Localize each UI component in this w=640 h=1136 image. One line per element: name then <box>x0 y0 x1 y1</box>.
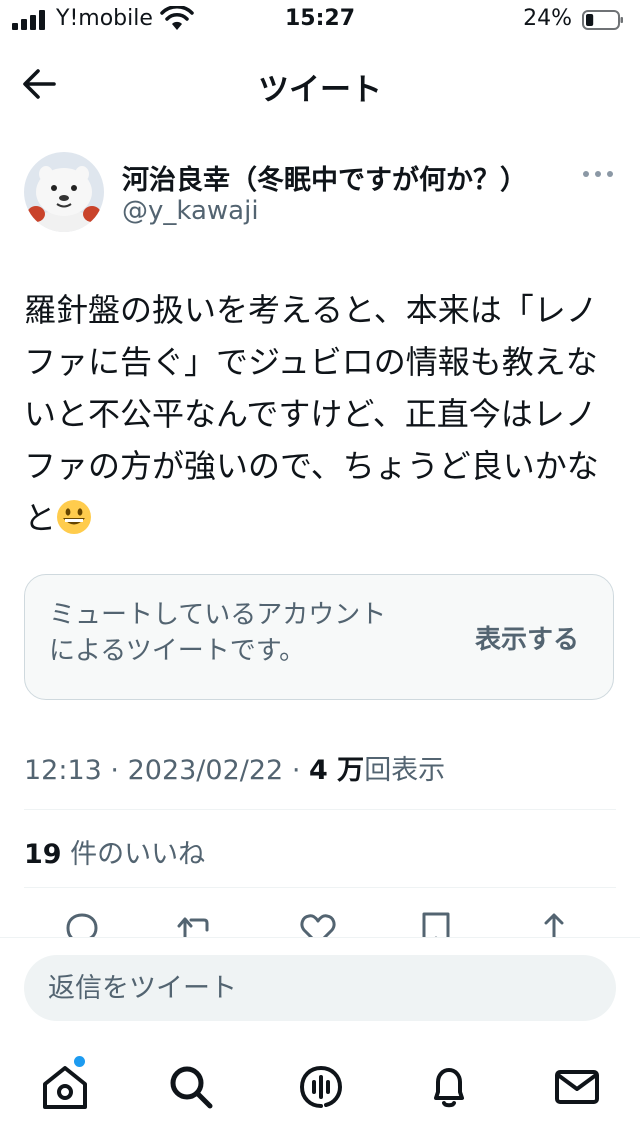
status-bar: Y!mobile 15:27 24% <box>0 0 640 40</box>
tweet-text: 羅針盤の扱いを考えると、本来は「レノ ファに告ぐ」でジュビロの情報も教えな いと… <box>24 284 624 544</box>
home-icon[interactable] <box>40 1062 90 1112</box>
battery-percent: 24% <box>523 6 572 31</box>
meta-separator: · <box>110 755 119 786</box>
tweet-line: ファに告ぐ」でジュビロの情報も教えな <box>24 343 598 381</box>
muted-message-line: ミュートしているアカウント <box>49 600 387 630</box>
action-bar <box>0 910 640 938</box>
divider <box>24 809 616 810</box>
bottom-nav <box>0 1046 640 1136</box>
muted-message-line: によるツイートです。 <box>49 636 306 666</box>
home-notification-badge <box>74 1056 85 1067</box>
messages-icon[interactable] <box>552 1062 602 1112</box>
divider <box>24 887 616 888</box>
avatar[interactable] <box>24 152 104 232</box>
tweet-date: 2023/02/22 <box>127 755 284 786</box>
tweet-line: ファの方が強いので、ちょうど良いかな <box>24 447 599 485</box>
author-name[interactable]: 河治良幸（冬眠中ですが何か？） <box>122 158 527 197</box>
show-button[interactable]: 表示する <box>475 619 579 656</box>
author-handle[interactable]: @y_kawaji <box>122 196 259 226</box>
battery-icon <box>582 10 623 30</box>
like-icon[interactable] <box>298 910 338 938</box>
reply-bar <box>0 937 640 1036</box>
likes-summary[interactable]: 19 件のいいね <box>24 832 205 871</box>
retweet-icon[interactable] <box>176 910 216 938</box>
bookmark-icon[interactable] <box>416 910 456 938</box>
tweet-line: いと不公平なんですけど、正直今はレノ <box>24 395 597 433</box>
views-label: 回表示 <box>364 755 446 786</box>
tweet-line-last: と <box>24 492 624 544</box>
reply-input[interactable] <box>24 955 616 1021</box>
tweet-meta: 12:13 · 2023/02/22 · 4 万回表示 <box>24 748 445 787</box>
likes-label: 件のいいね <box>70 839 206 870</box>
muted-message: ミュートしているアカウント によるツイートです。 <box>49 597 429 669</box>
muted-tweet-card: ミュートしているアカウント によるツイートです。 表示する <box>24 574 614 700</box>
notifications-icon[interactable] <box>424 1062 474 1112</box>
likes-count: 19 <box>24 839 62 870</box>
search-icon[interactable] <box>166 1062 216 1112</box>
views-count: 4 万 <box>309 755 365 786</box>
spaces-icon[interactable] <box>296 1062 346 1112</box>
meta-separator: · <box>291 755 301 786</box>
reply-icon[interactable] <box>62 910 102 938</box>
more-options-icon[interactable] <box>580 164 616 184</box>
page-title: ツイート <box>258 72 382 108</box>
tweet-line-text: と <box>24 499 57 537</box>
grinning-face-emoji-icon <box>57 500 92 534</box>
share-icon[interactable] <box>534 910 574 938</box>
tweet-line: 羅針盤の扱いを考えると、本来は「レノ <box>24 291 598 329</box>
avatar-image <box>24 152 104 232</box>
tweet-time: 12:13 <box>24 755 102 786</box>
